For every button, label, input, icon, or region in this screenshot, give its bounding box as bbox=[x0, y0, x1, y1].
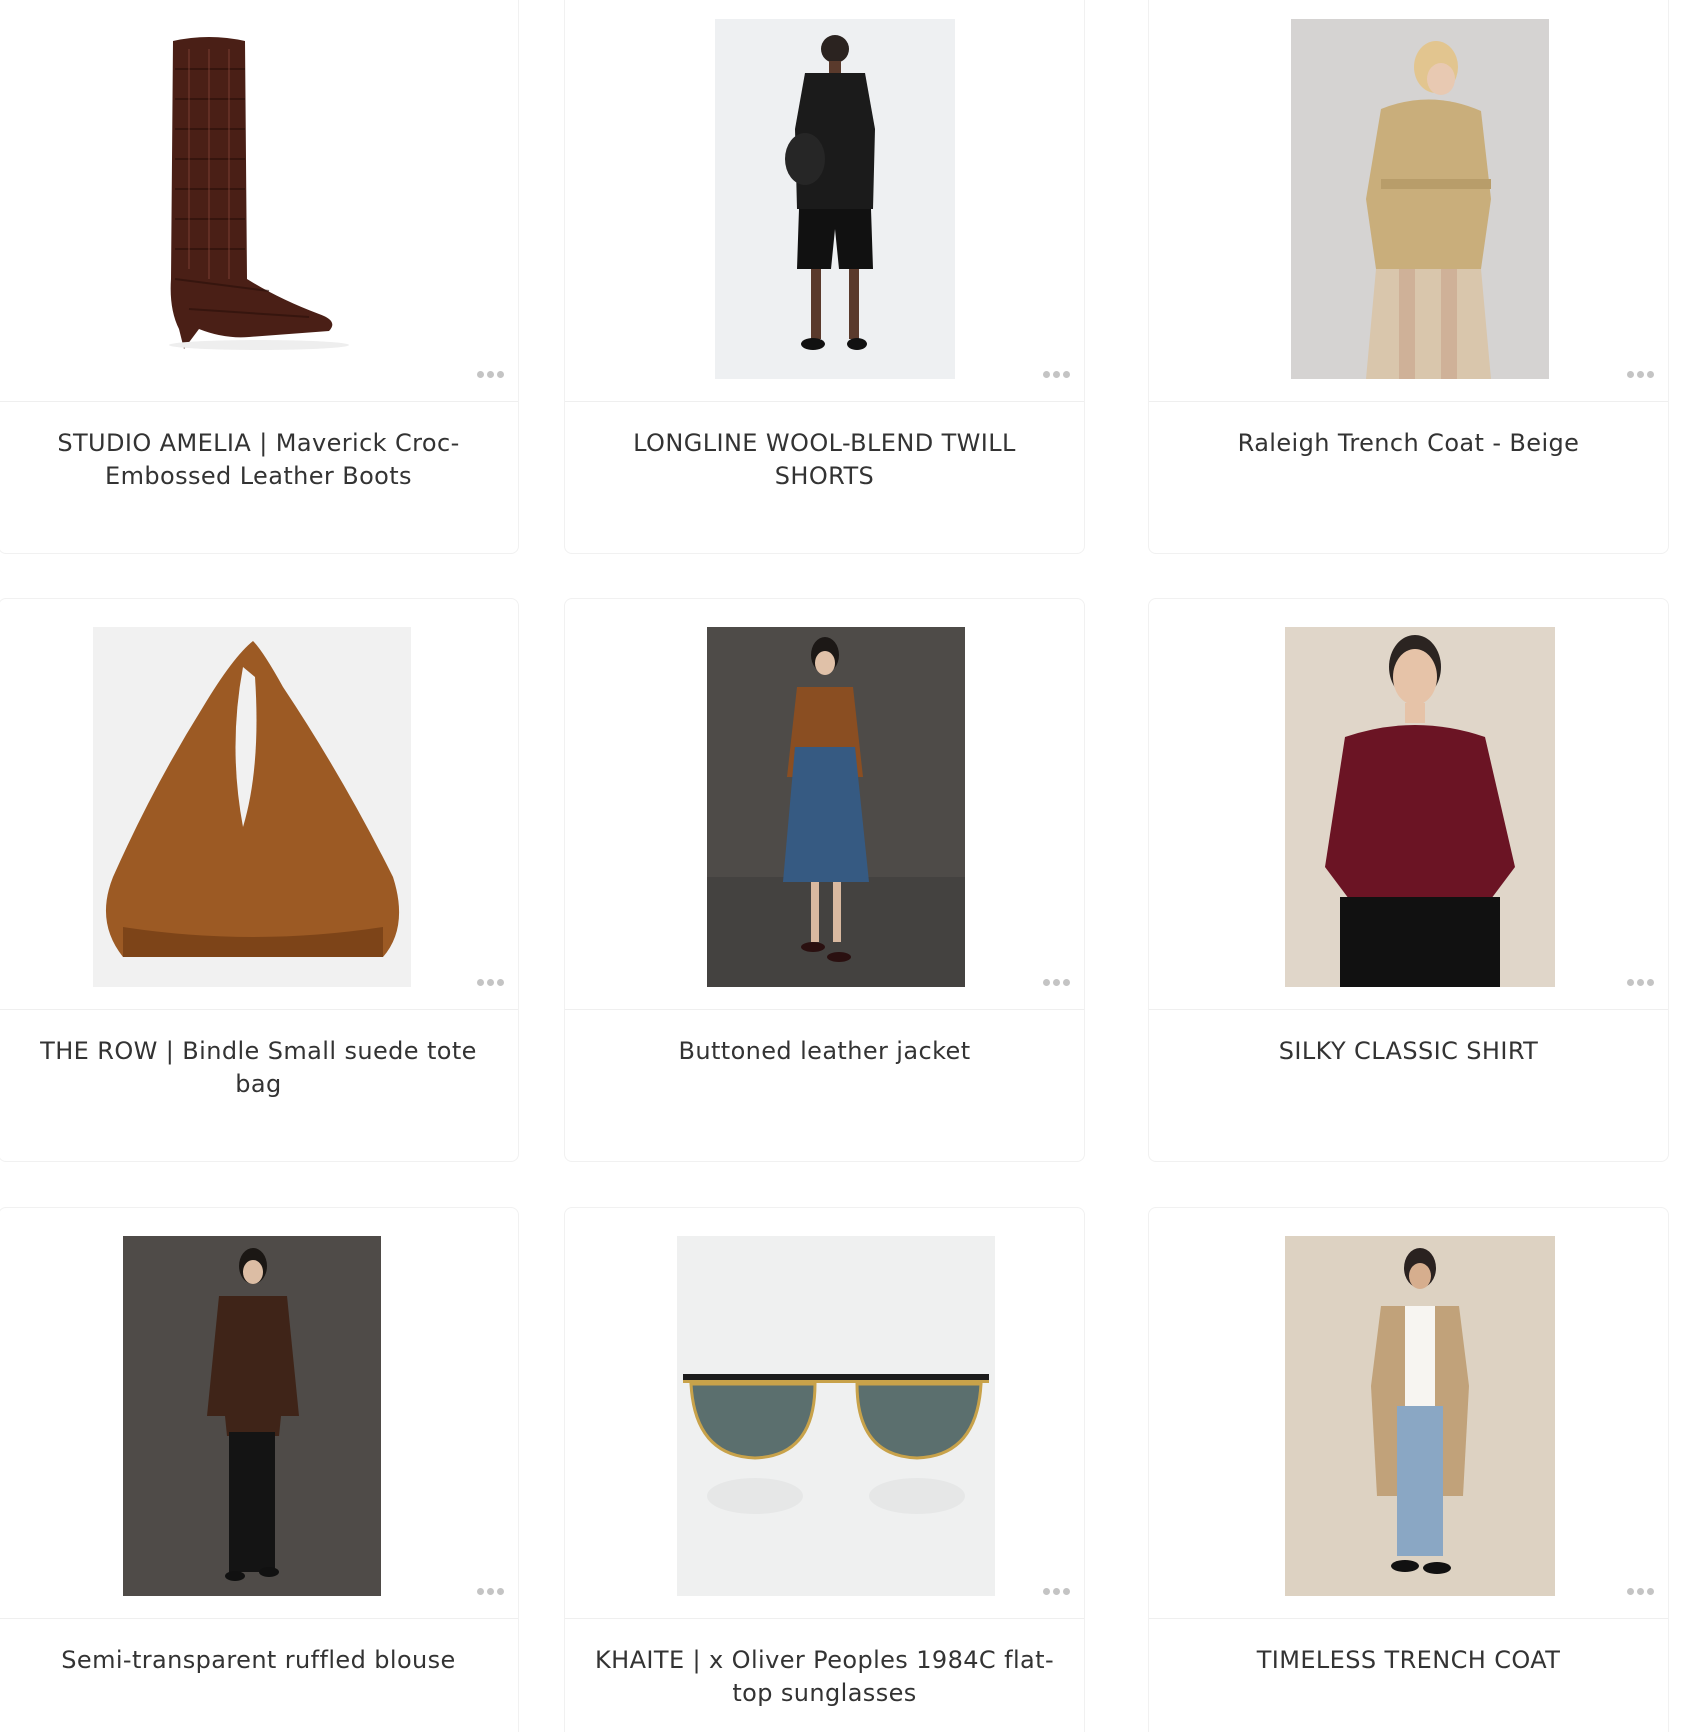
more-dots-icon[interactable] bbox=[1043, 371, 1070, 378]
product-image-area[interactable] bbox=[0, 1208, 518, 1619]
product-card[interactable]: Buttoned leather jacket bbox=[564, 598, 1085, 1162]
product-title[interactable]: THE ROW | Bindle Small suede tote bag bbox=[23, 1035, 494, 1101]
product-card[interactable]: Semi-transparent ruffled blouse bbox=[0, 1207, 519, 1732]
product-card[interactable]: KHAITE | x Oliver Peoples 1984C flat-top… bbox=[564, 1207, 1085, 1732]
product-image-area[interactable] bbox=[0, 0, 518, 402]
product-image-burgundy-shirt[interactable] bbox=[1285, 627, 1555, 987]
more-dots-icon[interactable] bbox=[1627, 371, 1654, 378]
product-card[interactable]: STUDIO AMELIA | Maverick Croc-Embossed L… bbox=[0, 0, 519, 554]
product-image-sheer-blouse[interactable] bbox=[123, 1236, 381, 1596]
product-title[interactable]: Raleigh Trench Coat - Beige bbox=[1173, 427, 1644, 460]
product-image-area[interactable] bbox=[565, 1208, 1084, 1619]
product-image-area[interactable] bbox=[0, 599, 518, 1010]
product-title[interactable]: KHAITE | x Oliver Peoples 1984C flat-top… bbox=[589, 1644, 1060, 1710]
product-card[interactable]: Raleigh Trench Coat - Beige bbox=[1148, 0, 1669, 554]
product-card[interactable]: TIMELESS TRENCH COAT bbox=[1148, 1207, 1669, 1732]
more-dots-icon[interactable] bbox=[1043, 979, 1070, 986]
product-image-tote[interactable] bbox=[93, 627, 411, 987]
product-image-trench-jeans[interactable] bbox=[1285, 1236, 1555, 1596]
product-image-croc-boot[interactable] bbox=[129, 29, 379, 389]
product-title[interactable]: Buttoned leather jacket bbox=[589, 1035, 1060, 1068]
product-image-area[interactable] bbox=[1149, 0, 1668, 402]
more-dots-icon[interactable] bbox=[477, 371, 504, 378]
more-dots-icon[interactable] bbox=[1627, 979, 1654, 986]
more-dots-icon[interactable] bbox=[1043, 1588, 1070, 1595]
product-title[interactable]: SILKY CLASSIC SHIRT bbox=[1173, 1035, 1644, 1068]
product-image-area[interactable] bbox=[1149, 1208, 1668, 1619]
product-title[interactable]: STUDIO AMELIA | Maverick Croc-Embossed L… bbox=[23, 427, 494, 493]
product-image-area[interactable] bbox=[565, 0, 1084, 402]
product-card[interactable]: LONGLINE WOOL-BLEND TWILL SHORTS bbox=[564, 0, 1085, 554]
product-image-area[interactable] bbox=[1149, 599, 1668, 1010]
product-image-sunglasses[interactable] bbox=[677, 1236, 995, 1596]
product-card[interactable]: THE ROW | Bindle Small suede tote bag bbox=[0, 598, 519, 1162]
product-grid: STUDIO AMELIA | Maverick Croc-Embossed L… bbox=[0, 0, 1688, 1732]
more-dots-icon[interactable] bbox=[1627, 1588, 1654, 1595]
more-dots-icon[interactable] bbox=[477, 1588, 504, 1595]
product-image-area[interactable] bbox=[565, 599, 1084, 1010]
product-title[interactable]: LONGLINE WOOL-BLEND TWILL SHORTS bbox=[589, 427, 1060, 493]
product-title[interactable]: Semi-transparent ruffled blouse bbox=[23, 1644, 494, 1677]
more-dots-icon[interactable] bbox=[477, 979, 504, 986]
product-image-trench[interactable] bbox=[1291, 19, 1549, 379]
product-card[interactable]: SILKY CLASSIC SHIRT bbox=[1148, 598, 1669, 1162]
product-image-shorts[interactable] bbox=[715, 19, 955, 379]
product-title[interactable]: TIMELESS TRENCH COAT bbox=[1173, 1644, 1644, 1677]
product-image-leather-jacket[interactable] bbox=[707, 627, 965, 987]
